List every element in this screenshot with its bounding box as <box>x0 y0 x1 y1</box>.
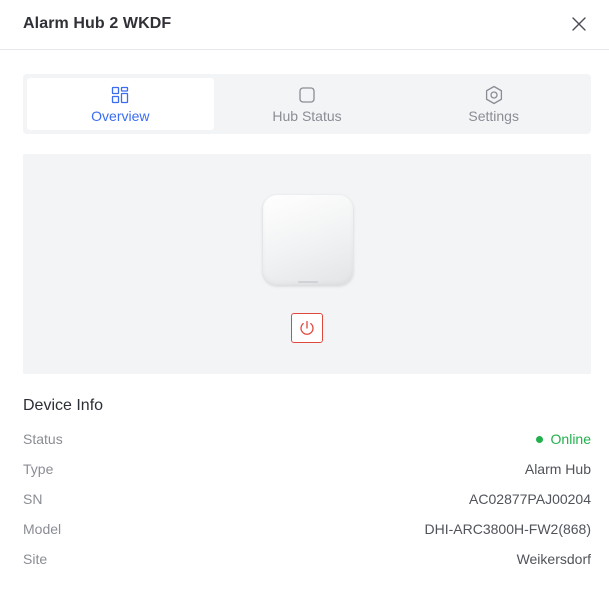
device-led <box>298 281 318 283</box>
device-info-title: Device Info <box>23 397 104 414</box>
tab-overview-label: Overview <box>91 107 150 124</box>
status-text: Online <box>550 431 591 447</box>
info-value-status: Online <box>535 431 591 447</box>
info-label: Model <box>23 521 62 537</box>
tab-hub-status[interactable]: Hub Status <box>214 78 401 130</box>
info-value: AC02877PAJ00204 <box>469 491 591 507</box>
tab-overview[interactable]: Overview <box>27 78 214 130</box>
close-icon <box>572 17 586 31</box>
close-button[interactable] <box>569 14 589 34</box>
power-icon <box>300 320 314 335</box>
info-label: Type <box>23 461 54 477</box>
square-icon <box>297 85 317 105</box>
info-label: Site <box>23 551 48 567</box>
tab-hub-status-label: Hub Status <box>272 107 342 124</box>
dialog-title: Alarm Hub 2 WKDF <box>23 15 172 32</box>
power-button[interactable] <box>291 313 323 343</box>
info-label: SN <box>23 491 43 507</box>
alarm-hub-device-image <box>263 195 353 285</box>
info-label: Status <box>23 431 63 447</box>
info-row-type: Type Alarm Hub <box>23 459 591 479</box>
tab-settings-label: Settings <box>468 107 519 124</box>
info-row-sn: SN AC02877PAJ00204 <box>23 489 591 509</box>
online-status-dot <box>535 435 543 443</box>
info-value: Weikersdorf <box>516 551 591 567</box>
gear-hex-icon <box>484 85 504 105</box>
info-row-status: Status Online <box>23 429 591 449</box>
dialog-header: Alarm Hub 2 WKDF <box>0 0 609 50</box>
info-row-site: Site Weikersdorf <box>23 549 591 569</box>
info-row-model: Model DHI-ARC3800H-FW2(868) <box>23 519 591 539</box>
tab-bar: Overview Hub Status Settings <box>23 74 591 134</box>
tab-settings[interactable]: Settings <box>400 78 587 130</box>
info-value: DHI-ARC3800H-FW2(868) <box>424 521 591 537</box>
overview-grid-icon <box>110 85 130 105</box>
device-preview-panel <box>23 154 591 374</box>
info-value: Alarm Hub <box>524 461 591 477</box>
